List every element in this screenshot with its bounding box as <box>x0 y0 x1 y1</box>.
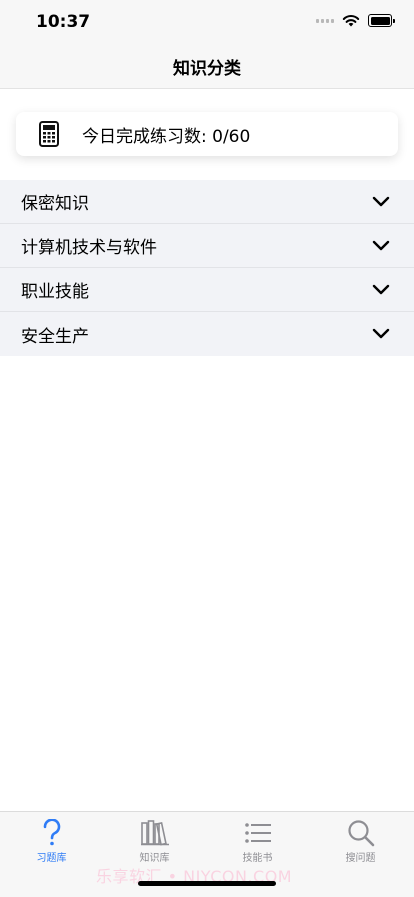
question-icon <box>41 818 63 847</box>
wifi-icon <box>342 15 360 27</box>
category-label: 保密知识 <box>21 194 89 214</box>
category-label: 安全生产 <box>21 326 89 347</box>
category-item-confidentiality[interactable]: 保密知识 <box>0 180 414 224</box>
search-icon <box>347 818 375 847</box>
chevron-down-icon <box>372 240 390 250</box>
tab-search-question[interactable]: 搜问题 <box>309 812 412 864</box>
tab-knowledge-base[interactable]: 知识库 <box>103 812 206 864</box>
category-label: 计算机技术与软件 <box>21 238 157 258</box>
tab-question-bank[interactable]: 习题库 <box>0 812 103 864</box>
page-title: 知识分类 <box>173 58 241 79</box>
navigation-bar: 知识分类 <box>0 44 414 89</box>
battery-icon <box>368 14 395 27</box>
books-icon <box>140 818 170 847</box>
tab-skill-book[interactable]: 技能书 <box>206 812 309 864</box>
status-bar: 10:37 <box>0 0 414 44</box>
daily-progress-text: 今日完成练习数: 0/60 <box>82 126 251 147</box>
category-label: 职业技能 <box>21 282 89 302</box>
chevron-down-icon <box>372 196 390 206</box>
list-icon <box>244 818 272 847</box>
tab-label: 搜问题 <box>345 853 376 864</box>
tab-label: 技能书 <box>242 853 273 864</box>
category-item-safety-production[interactable]: 安全生产 <box>0 312 414 356</box>
category-item-vocational-skills[interactable]: 职业技能 <box>0 268 414 312</box>
status-time: 10:37 <box>36 12 91 32</box>
category-item-computer-software[interactable]: 计算机技术与软件 <box>0 224 414 268</box>
category-list: 保密知识 计算机技术与软件 职业技能 安全生产 <box>0 180 414 356</box>
tab-label: 知识库 <box>139 853 170 864</box>
cellular-signal-icon <box>316 18 334 23</box>
home-indicator <box>138 881 276 886</box>
tab-label: 习题库 <box>36 853 67 864</box>
calculator-icon <box>16 112 82 156</box>
chevron-down-icon <box>372 284 390 294</box>
chevron-down-icon <box>372 328 390 339</box>
status-icons <box>316 14 395 27</box>
daily-progress-card: 今日完成练习数: 0/60 <box>16 112 398 156</box>
